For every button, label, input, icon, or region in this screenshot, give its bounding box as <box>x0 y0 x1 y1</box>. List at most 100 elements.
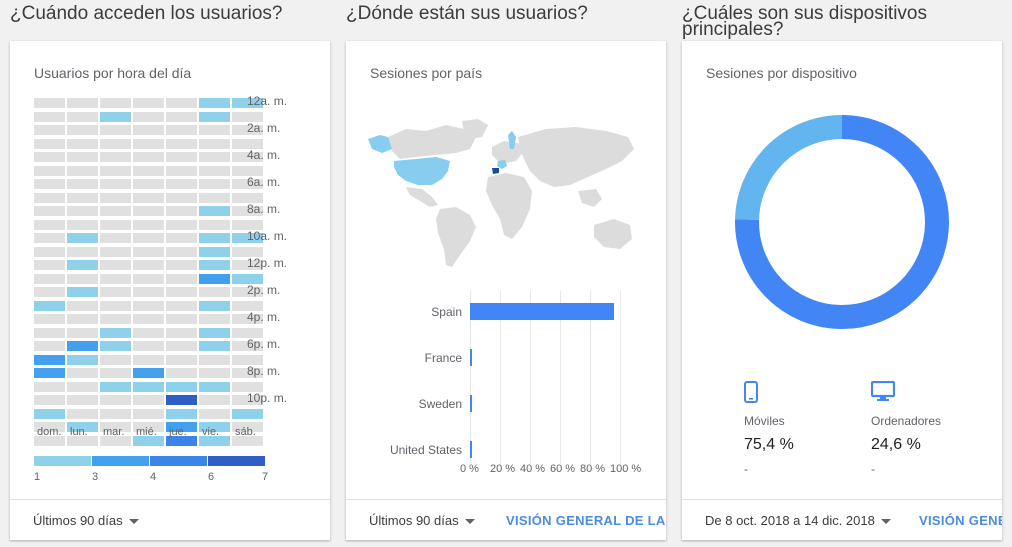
heatmap-cell[interactable] <box>67 368 98 378</box>
heatmap-cell[interactable] <box>34 395 65 405</box>
heatmap-cell[interactable] <box>232 111 263 122</box>
heatmap-cell[interactable] <box>166 125 197 135</box>
heatmap-cell[interactable] <box>34 233 65 243</box>
heatmap-cell[interactable] <box>199 381 230 392</box>
heatmap-cell[interactable] <box>67 300 98 311</box>
country-bar[interactable] <box>470 441 472 458</box>
heatmap-cell[interactable] <box>199 165 230 176</box>
heatmap-cell[interactable] <box>199 341 230 351</box>
heatmap-cell[interactable] <box>67 354 98 365</box>
heatmap-cell[interactable] <box>100 314 131 324</box>
heatmap-cell[interactable] <box>100 381 131 392</box>
heatmap-cell[interactable] <box>34 314 65 324</box>
heatmap-cell[interactable] <box>232 165 263 176</box>
heatmap-cell[interactable] <box>100 408 131 419</box>
heatmap-cell[interactable] <box>67 206 98 216</box>
heatmap-cell[interactable] <box>100 273 131 284</box>
heatmap-cell[interactable] <box>166 246 197 257</box>
heatmap-cell[interactable] <box>133 192 164 203</box>
heatmap-cell[interactable] <box>100 287 131 297</box>
heatmap-cell[interactable] <box>166 179 197 189</box>
heatmap-cell[interactable] <box>133 354 164 365</box>
heatmap-cell[interactable] <box>133 341 164 351</box>
heatmap-cell[interactable] <box>34 381 65 392</box>
heatmap-cell[interactable] <box>166 300 197 311</box>
heatmap-cell[interactable] <box>133 138 164 149</box>
heatmap-cell[interactable] <box>199 408 230 419</box>
heatmap-cell[interactable] <box>34 98 65 108</box>
heatmap-cell[interactable] <box>34 300 65 311</box>
heatmap-cell[interactable] <box>34 408 65 419</box>
heatmap-cell[interactable] <box>166 219 197 230</box>
technology-overview-link[interactable]: VISIÓN GENERAL DE LA TECNOLOGÍA <box>919 513 1002 528</box>
heatmap-cell[interactable] <box>67 125 98 135</box>
donut-slice-ordenadores[interactable] <box>735 115 843 221</box>
heatmap-cell[interactable] <box>34 354 65 365</box>
heatmap-cell[interactable] <box>100 111 131 122</box>
heatmap-cell[interactable] <box>166 260 197 270</box>
heatmap-cell[interactable] <box>67 192 98 203</box>
heatmap-cell[interactable] <box>100 354 131 365</box>
heatmap-cell[interactable] <box>199 273 230 284</box>
heatmap-cell[interactable] <box>100 98 131 108</box>
heatmap-cell[interactable] <box>67 179 98 189</box>
heatmap-cell[interactable] <box>166 206 197 216</box>
heatmap-cell[interactable] <box>199 233 230 243</box>
heatmap-cell[interactable] <box>67 246 98 257</box>
heatmap-cell[interactable] <box>34 327 65 338</box>
heatmap-cell[interactable] <box>232 219 263 230</box>
heatmap-cell[interactable] <box>133 368 164 378</box>
heatmap-cell[interactable] <box>67 287 98 297</box>
heatmap-cell[interactable] <box>34 125 65 135</box>
heatmap-cell[interactable] <box>166 138 197 149</box>
heatmap-cell[interactable] <box>34 192 65 203</box>
heatmap-cell[interactable] <box>199 395 230 405</box>
heatmap-cell[interactable] <box>133 152 164 162</box>
heatmap-cell[interactable] <box>100 125 131 135</box>
heatmap-cell[interactable] <box>199 300 230 311</box>
country-bar[interactable] <box>470 303 614 320</box>
heatmap-cell[interactable] <box>232 192 263 203</box>
heatmap-cell[interactable] <box>133 273 164 284</box>
heatmap-cell[interactable] <box>166 327 197 338</box>
country-bar[interactable] <box>470 349 472 366</box>
heatmap-cell[interactable] <box>100 192 131 203</box>
heatmap-cell[interactable] <box>100 368 131 378</box>
heatmap-cell[interactable] <box>199 98 230 108</box>
heatmap-cell[interactable] <box>100 395 131 405</box>
heatmap-cell[interactable] <box>166 368 197 378</box>
heatmap-cell[interactable] <box>34 287 65 297</box>
heatmap-cell[interactable] <box>199 152 230 162</box>
heatmap-cell[interactable] <box>199 246 230 257</box>
heatmap-cell[interactable] <box>34 179 65 189</box>
heatmap-cell[interactable] <box>100 219 131 230</box>
date-range-selector[interactable]: Últimos 90 días <box>33 513 139 528</box>
heatmap-cell[interactable] <box>199 327 230 338</box>
heatmap-cell[interactable] <box>232 408 263 419</box>
heatmap-cell[interactable] <box>34 368 65 378</box>
heatmap-cell[interactable] <box>100 138 131 149</box>
heatmap-cell[interactable] <box>34 341 65 351</box>
heatmap-cell[interactable] <box>166 273 197 284</box>
heatmap-cell[interactable] <box>67 111 98 122</box>
heatmap-cell[interactable] <box>34 165 65 176</box>
heatmap-cell[interactable] <box>199 138 230 149</box>
heatmap-cell[interactable] <box>67 273 98 284</box>
heatmap-cell[interactable] <box>67 165 98 176</box>
heatmap-cell[interactable] <box>34 111 65 122</box>
heatmap-cell[interactable] <box>199 206 230 216</box>
heatmap-cell[interactable] <box>67 381 98 392</box>
heatmap-cell[interactable] <box>34 138 65 149</box>
heatmap-cell[interactable] <box>166 98 197 108</box>
heatmap-cell[interactable] <box>133 125 164 135</box>
heatmap-cell[interactable] <box>133 327 164 338</box>
heatmap-cell[interactable] <box>133 287 164 297</box>
heatmap-cell[interactable] <box>133 314 164 324</box>
heatmap-cell[interactable] <box>232 300 263 311</box>
heatmap-cell[interactable] <box>199 179 230 189</box>
heatmap-cell[interactable] <box>133 179 164 189</box>
heatmap-cell[interactable] <box>67 138 98 149</box>
heatmap-cell[interactable] <box>133 395 164 405</box>
heatmap-cell[interactable] <box>67 341 98 351</box>
heatmap-cell[interactable] <box>232 327 263 338</box>
